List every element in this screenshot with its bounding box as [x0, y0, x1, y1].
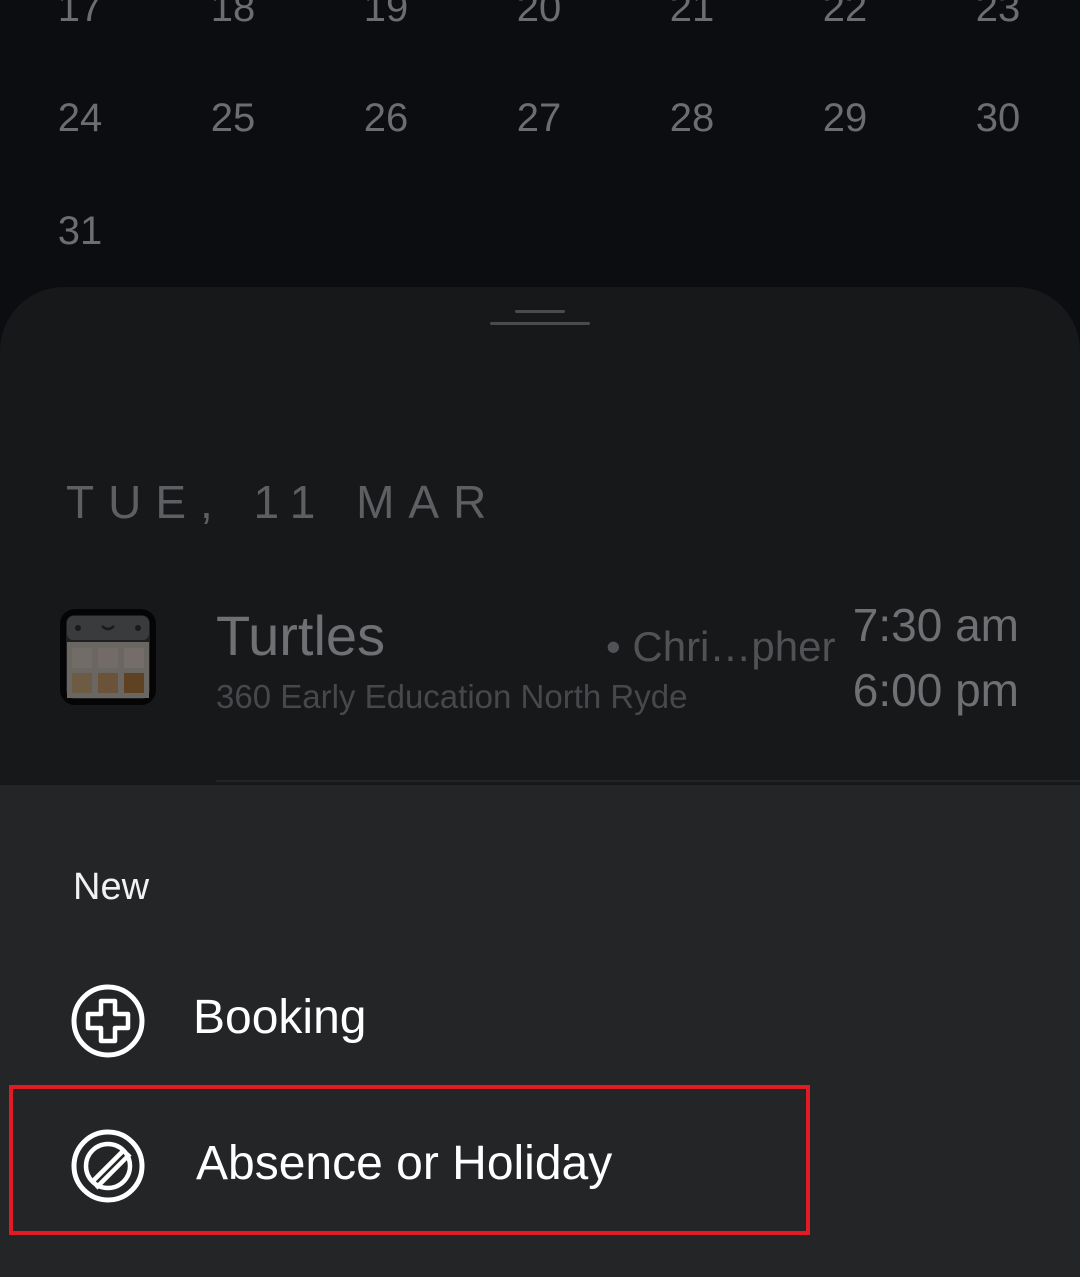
calendar-day[interactable]: 20	[489, 0, 589, 38]
calendar-day[interactable]: 23	[948, 0, 1048, 38]
sheet-drag-handle-line[interactable]	[490, 322, 590, 325]
action-sheet-title: New	[73, 866, 150, 908]
event-location: 360 Early Education North Ryde	[216, 678, 688, 715]
new-action-sheet: New Booking Absence or Holiday	[0, 785, 1080, 1277]
new-booking-button[interactable]: Booking	[0, 948, 1080, 1093]
event-title: Turtles	[216, 604, 386, 667]
calendar-day[interactable]: 21	[642, 0, 742, 38]
divider	[216, 780, 1080, 782]
calendar-week-row: 31	[0, 201, 1080, 261]
prohibited-circle-icon	[70, 1128, 146, 1204]
plus-circle-icon	[70, 983, 146, 1059]
action-item-label: Absence or Holiday	[196, 1137, 613, 1190]
calendar-day[interactable]: 22	[795, 0, 895, 38]
calendar-day[interactable]: 30	[948, 88, 1048, 148]
calendar-day[interactable]: 17	[30, 0, 130, 38]
calendar-day[interactable]: 31	[30, 201, 130, 261]
room-calendar-icon	[60, 609, 156, 705]
app-screen: 17 18 19 20 21 22 23 24 25 26 27 28 29 3…	[0, 0, 1080, 1277]
sheet-drag-handle[interactable]	[515, 310, 565, 313]
calendar-week-row: 24 25 26 27 28 29 30	[0, 88, 1080, 148]
calendar-day[interactable]: 26	[336, 88, 436, 148]
calendar-day[interactable]: 18	[183, 0, 283, 38]
new-absence-holiday-button[interactable]: Absence or Holiday	[0, 1093, 1080, 1238]
event-row[interactable]: Turtles • Chri…pher 360 Early Education …	[0, 597, 1080, 782]
calendar-day[interactable]: 19	[336, 0, 436, 38]
action-item-label: Booking	[193, 991, 367, 1044]
calendar-day[interactable]: 29	[795, 88, 895, 148]
calendar-day[interactable]: 25	[183, 88, 283, 148]
calendar-day[interactable]: 24	[30, 88, 130, 148]
calendar-day[interactable]: 27	[489, 88, 589, 148]
event-start-time: 7:30 am	[852, 599, 1019, 651]
date-heading: TUE, 11 MAR	[66, 476, 501, 528]
calendar-week-row: 17 18 19 20 21 22 23	[0, 0, 1080, 38]
calendar-day[interactable]: 28	[642, 88, 742, 148]
event-end-time: 6:00 pm	[852, 664, 1019, 716]
